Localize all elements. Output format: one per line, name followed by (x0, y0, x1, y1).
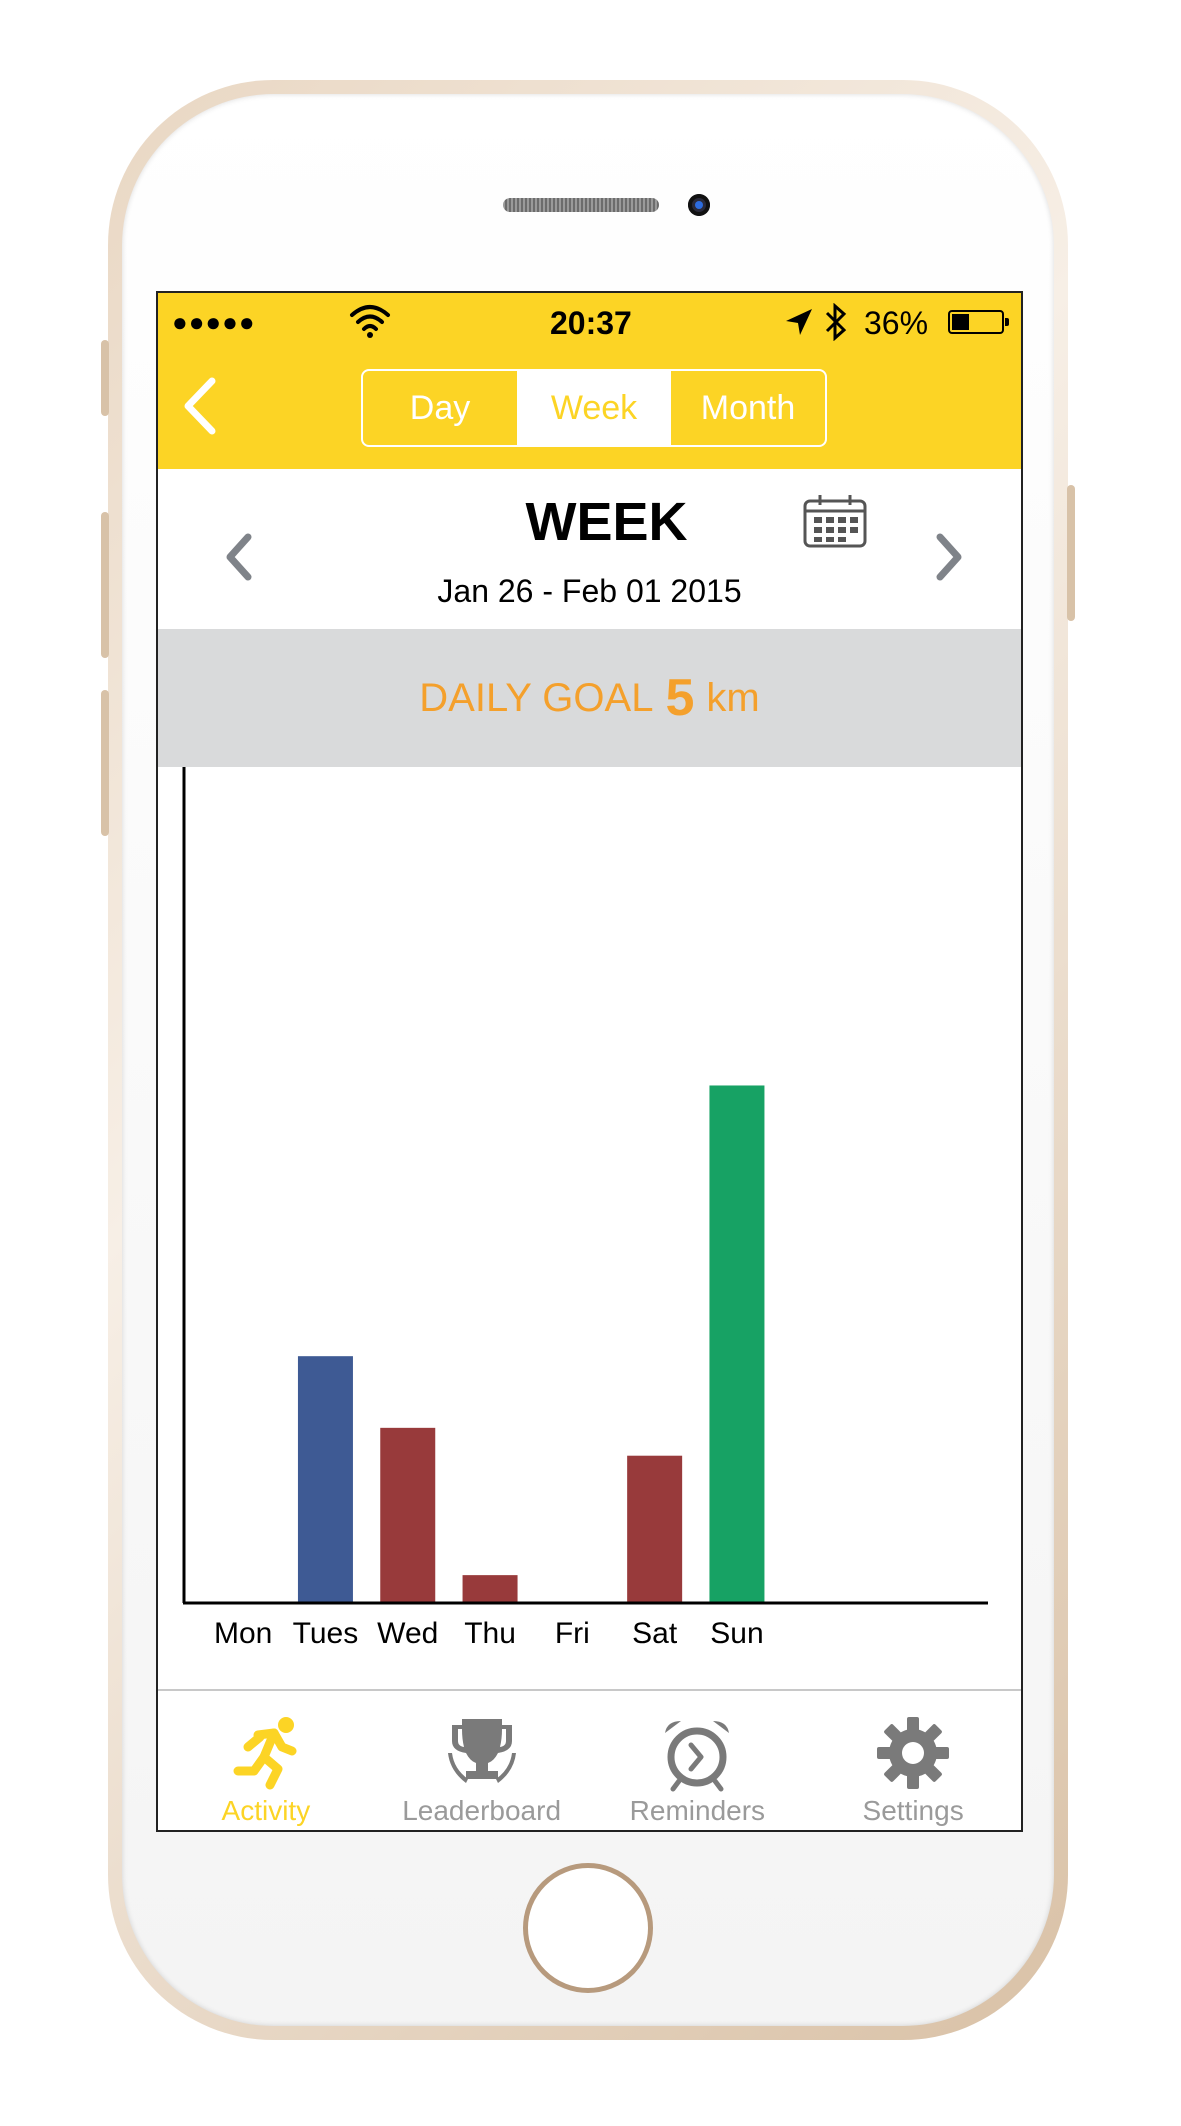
bar-sun (709, 1085, 765, 1603)
back-chevron-icon[interactable] (178, 375, 222, 437)
week-navigator: WEEK Jan 26 - Feb 01 2015 (158, 469, 1021, 629)
week-title: WEEK (525, 492, 688, 552)
tab-reminders[interactable]: Reminders (590, 1691, 806, 1830)
calendar-icon[interactable] (802, 493, 868, 549)
x-tick-label-mon: Mon (214, 1617, 272, 1647)
home-button[interactable] (523, 1863, 653, 1993)
app-screen: ●●●●● 20:37 36% Day Week Month WEEK Jan … (156, 291, 1023, 1832)
daily-goal-value: 5 (665, 669, 695, 727)
power-button (1067, 485, 1075, 621)
tab-settings[interactable]: Settings (805, 1691, 1021, 1830)
running-icon (233, 1717, 297, 1790)
x-tick-label-fri: Fri (555, 1617, 590, 1647)
alarm-clock-icon (665, 1721, 730, 1792)
location-arrow-icon (786, 309, 812, 335)
battery-percentage: 36% (864, 305, 929, 341)
tab-label-settings: Settings (862, 1795, 964, 1826)
volume-down-button (101, 690, 109, 836)
period-segmented-control: Day Week Month (361, 369, 827, 447)
tab-activity[interactable]: Activity (158, 1691, 374, 1830)
tab-label-leaderboard: Leaderboard (402, 1795, 562, 1826)
speaker-grille (503, 198, 659, 212)
status-bar: ●●●●● 20:37 36% (158, 293, 1021, 353)
segment-day[interactable]: Day (363, 371, 517, 445)
app-header: ●●●●● 20:37 36% Day Week Month (158, 293, 1021, 469)
bar-tues (297, 1356, 353, 1603)
x-tick-label-wed: Wed (377, 1617, 438, 1647)
x-tick-label-sun: Sun (710, 1617, 763, 1647)
status-time: 20:37 (550, 305, 632, 341)
daily-goal-banner: DAILY GOAL 5 km (158, 629, 1021, 767)
segment-week[interactable]: Week (517, 371, 671, 445)
tab-label-reminders: Reminders (629, 1795, 766, 1826)
x-tick-label-thu: Thu (464, 1617, 516, 1647)
tab-bar: Activity Leaderboard Reminders Settings (158, 1689, 1021, 1830)
bluetooth-icon (825, 303, 847, 341)
front-camera (688, 194, 710, 216)
segment-month[interactable]: Month (671, 371, 825, 445)
week-date-range: Jan 26 - Feb 01 2015 (437, 573, 742, 609)
trophy-icon (447, 1719, 516, 1783)
wifi-icon (350, 305, 390, 338)
bar-thu (462, 1575, 518, 1603)
x-tick-label-sat: Sat (632, 1617, 678, 1647)
bar-wed (380, 1427, 436, 1603)
signal-strength: ●●●●● (172, 307, 256, 337)
battery-fill (952, 314, 969, 330)
x-tick-label-tues: Tues (293, 1617, 359, 1647)
battery-icon (948, 310, 1009, 334)
volume-up-button (101, 512, 109, 658)
bar-sat (627, 1455, 683, 1603)
gear-icon (877, 1717, 950, 1789)
weekly-distance-chart: Mon Tues Wed Thu Fri Sat Sun (158, 767, 1021, 1647)
daily-goal-label: DAILY GOAL (419, 675, 654, 720)
daily-goal-unit: km (706, 675, 760, 720)
bar-chart-svg: Mon Tues Wed Thu Fri Sat Sun (182, 767, 988, 1647)
tab-leaderboard[interactable]: Leaderboard (374, 1691, 590, 1830)
tab-label-activity: Activity (221, 1795, 311, 1826)
mute-switch (101, 340, 109, 416)
